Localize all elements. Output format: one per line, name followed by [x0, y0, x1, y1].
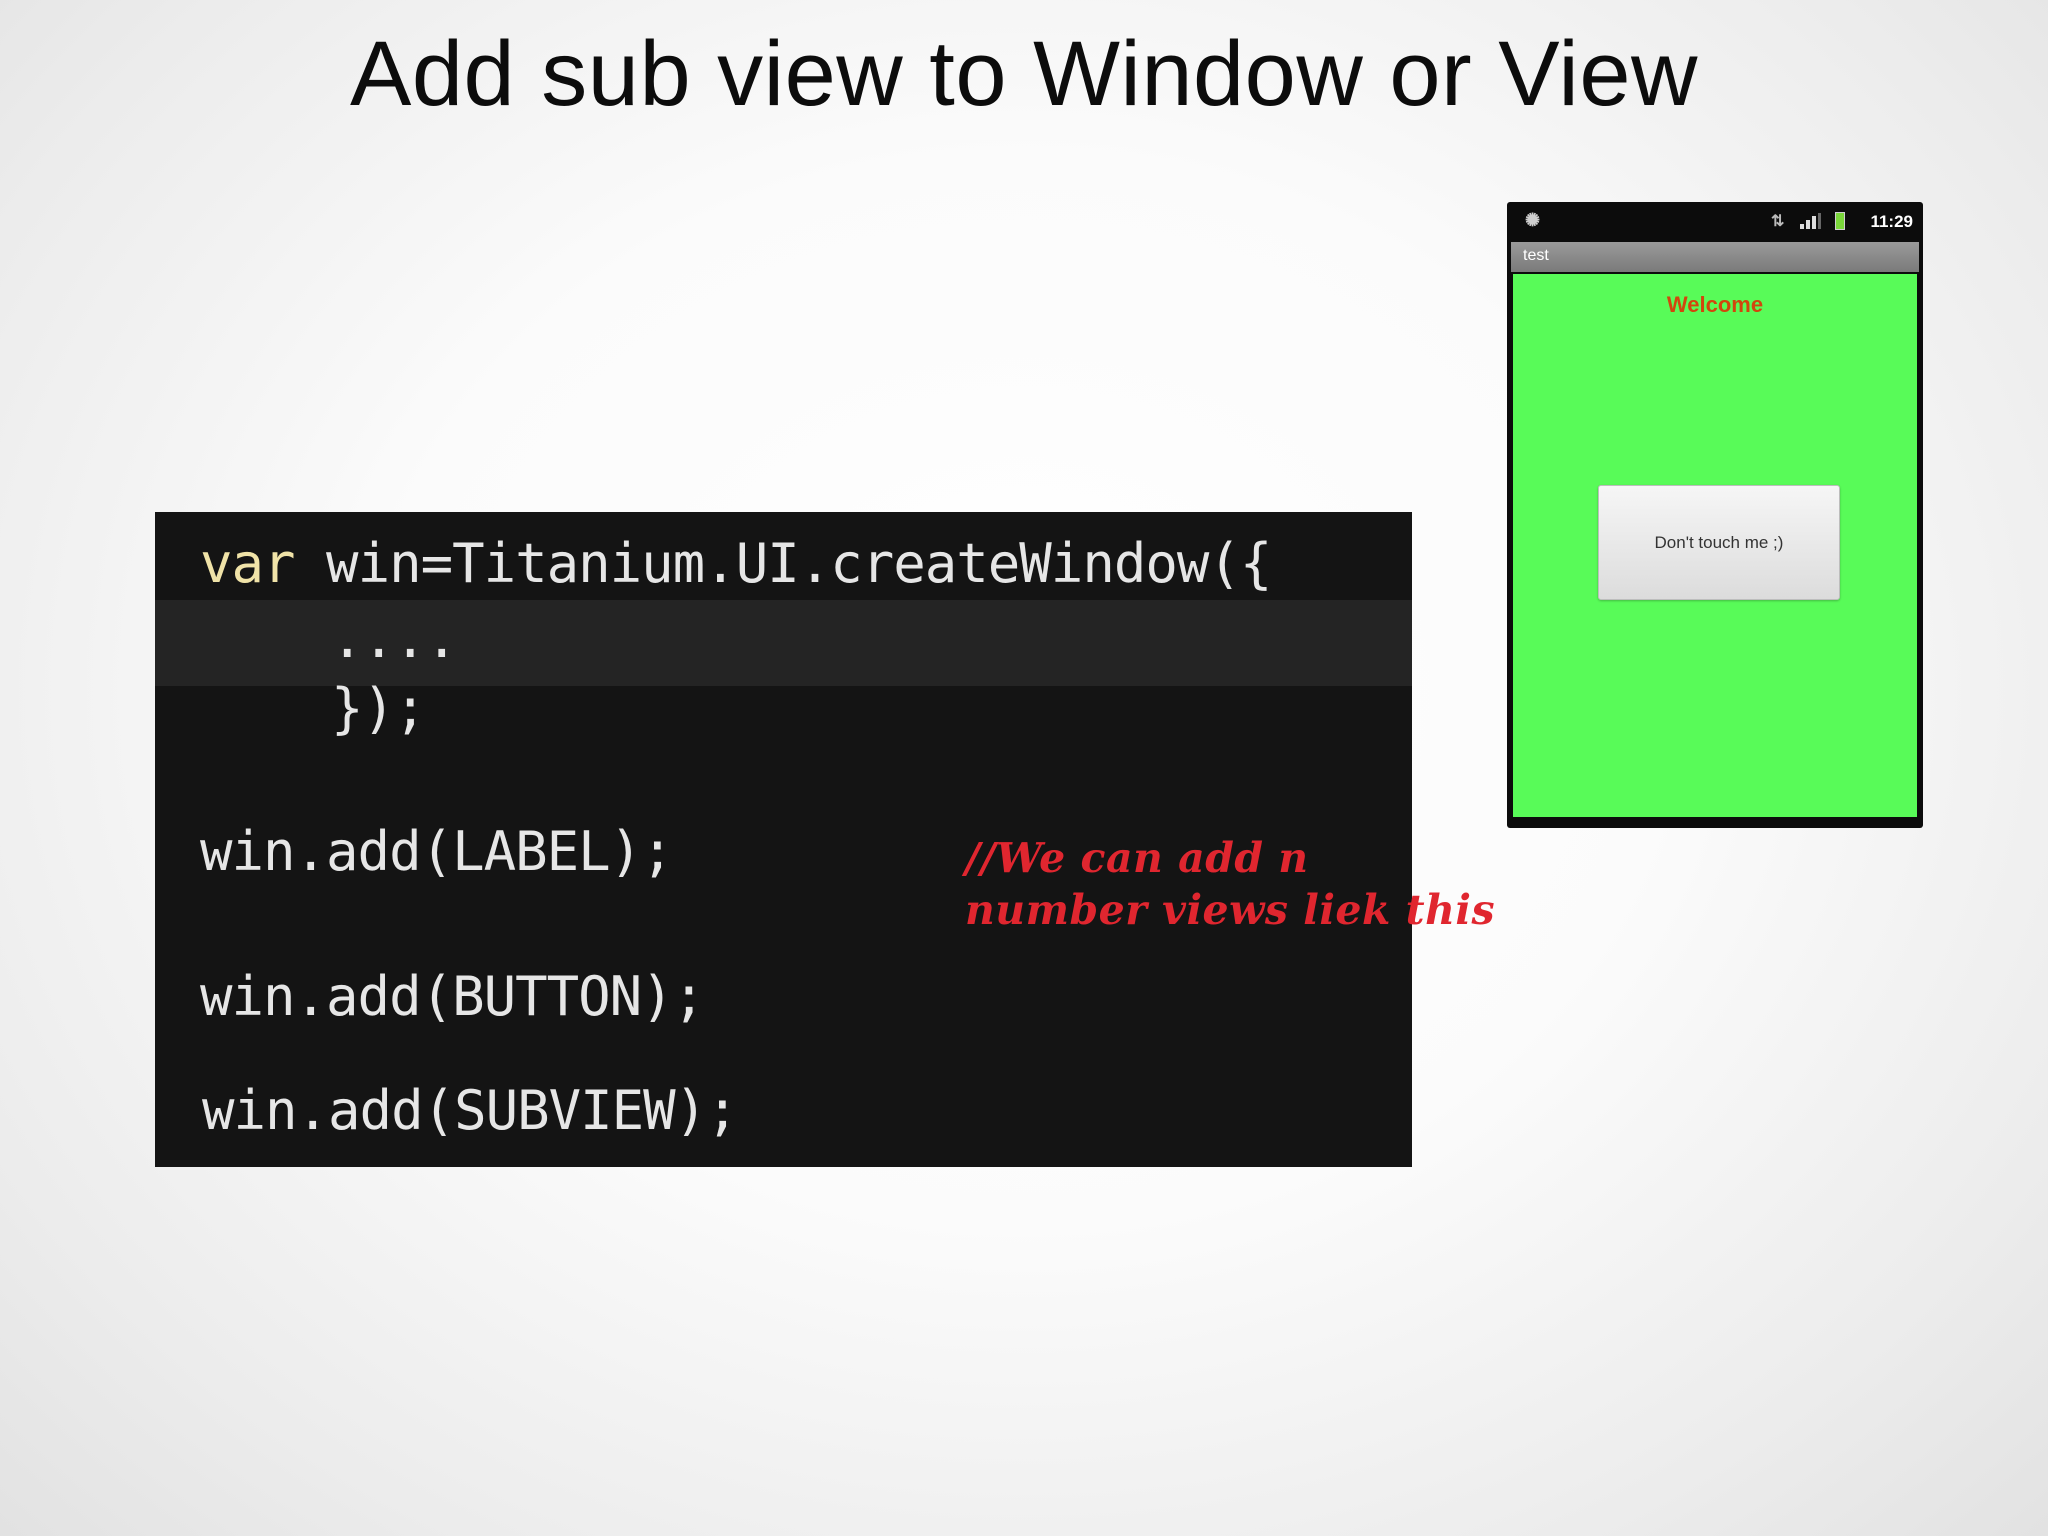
code-line-6: win.add(SUBVIEW);	[202, 1079, 739, 1142]
code-line-5: win.add(BUTTON);	[200, 965, 705, 1028]
code-keyword: var	[200, 532, 296, 595]
status-time: 11:29	[1870, 212, 1913, 231]
code-screenshot: var win=Titanium.UI.createWindow({ .... …	[155, 512, 1495, 1167]
code-line-4: win.add(LABEL);	[200, 820, 674, 883]
battery-icon	[1835, 212, 1845, 230]
dont-touch-button[interactable]: Don't touch me ;)	[1598, 485, 1840, 600]
code-line-1-text: win=Titanium.UI.createWindow({	[294, 532, 1272, 595]
code-line-3: });	[331, 677, 427, 740]
phone-screenshot: ✺ ⇅ 11:29 test Welcome Don't touch me ;)	[1507, 202, 1923, 828]
slide-title: Add sub view to Window or View	[350, 23, 1698, 125]
welcome-label: Welcome	[1666, 292, 1764, 317]
code-line-2: ....	[331, 607, 458, 670]
app-title-bar: test	[1511, 242, 1919, 272]
status-bar: ✺ ⇅ 11:29	[1507, 202, 1923, 242]
app-window: Welcome Don't touch me ;)	[1513, 274, 1917, 817]
notification-icon: ✺	[1525, 210, 1541, 230]
code-comment: //We can add n number views liek this	[965, 834, 1496, 934]
signal-icon	[1800, 213, 1821, 229]
code-line-1: var win=Titanium.UI.createWindow({	[200, 532, 1272, 595]
usb-icon: ⇅	[1771, 213, 1785, 230]
